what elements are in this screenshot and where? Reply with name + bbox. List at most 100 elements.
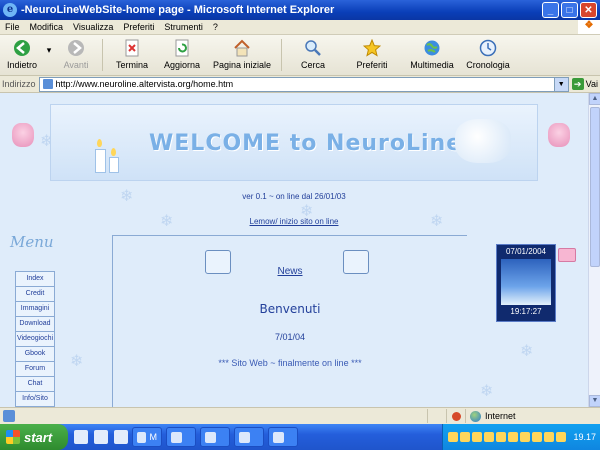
- history-button[interactable]: Cronologia: [460, 35, 516, 70]
- favorites-button[interactable]: Preferiti: [340, 35, 404, 70]
- welcome-banner: WELCOME to NeuroLine: [50, 104, 538, 181]
- menu-link-games[interactable]: Videogiochi: [15, 331, 55, 346]
- status-bar: Internet: [0, 407, 600, 424]
- search-label: Cerca: [300, 60, 325, 70]
- page-status-icon: [3, 410, 15, 422]
- news-date: 7/01/04: [274, 332, 306, 342]
- tray-icon[interactable]: [484, 432, 495, 442]
- tray-icon[interactable]: [496, 432, 507, 442]
- taskbar-window[interactable]: [166, 427, 196, 447]
- welcome-text: Benvenuti: [259, 302, 321, 316]
- star-icon: [362, 38, 382, 58]
- address-bar: Indirizzo http://www.neuroline.altervist…: [0, 76, 600, 93]
- page-icon: [42, 79, 53, 89]
- window-icon: [273, 431, 284, 443]
- candle-icon: [95, 149, 106, 173]
- snowflake-icon: ❄: [70, 351, 84, 370]
- back-label: Indietro: [6, 60, 38, 70]
- pink-folder-icon[interactable]: [558, 248, 576, 262]
- menu-favorites[interactable]: Preferiti: [118, 22, 159, 32]
- tray-icon[interactable]: [520, 432, 531, 442]
- media-button[interactable]: Multimedia: [404, 35, 460, 70]
- menu-link-gbook[interactable]: Gbook: [15, 346, 55, 361]
- tray-icon[interactable]: [556, 432, 567, 442]
- taskbar-window[interactable]: M: [132, 427, 162, 447]
- banner-title: WELCOME to NeuroLine: [149, 131, 463, 156]
- go-arrow-icon[interactable]: ➔: [571, 78, 584, 90]
- news-title: News: [277, 266, 303, 277]
- quicklaunch-icon[interactable]: [114, 430, 128, 444]
- window-icon: [205, 431, 216, 443]
- windows-logo-icon: ❖: [578, 20, 600, 34]
- status-panel: [427, 409, 446, 423]
- taskbar-window-label: M: [149, 432, 158, 442]
- minimize-button[interactable]: _: [542, 2, 559, 18]
- tray-icon[interactable]: [544, 432, 555, 442]
- back-button[interactable]: Indietro: [0, 35, 44, 70]
- site-version: ver 0.1 ~ on line dal 26/01/03: [242, 192, 346, 201]
- quicklaunch-icon[interactable]: [74, 430, 88, 444]
- menu-help[interactable]: ?: [208, 22, 223, 32]
- menu-link-index[interactable]: Index: [15, 271, 55, 286]
- top-links[interactable]: Lemow/ inizio sito on line: [0, 217, 588, 226]
- internet-globe-icon: [470, 410, 481, 422]
- tray-icon[interactable]: [448, 432, 459, 442]
- snowflake-icon: ❄: [480, 381, 494, 400]
- menu-link-info[interactable]: Info/Sito: [15, 391, 55, 407]
- tray-icon[interactable]: [460, 432, 471, 442]
- pink-cow-icon: [548, 123, 570, 147]
- home-icon: [232, 38, 252, 58]
- standard-toolbar: Indietro ▾ Avanti Termina Aggiorna Pagin…: [0, 35, 600, 76]
- angel-icon: [455, 119, 511, 163]
- taskbar-window[interactable]: [268, 427, 298, 447]
- scroll-up-icon[interactable]: ▲: [589, 93, 600, 105]
- news-marquee: *** Sito Web ~ finalmente on line ***: [218, 358, 362, 368]
- menu-link-forum[interactable]: Forum: [15, 361, 55, 376]
- quicklaunch-icon[interactable]: [94, 430, 108, 444]
- menu-view[interactable]: Visualizza: [68, 22, 118, 32]
- scrollbar-thumb[interactable]: [590, 107, 600, 267]
- back-dropdown-icon[interactable]: ▾: [44, 35, 54, 56]
- search-button[interactable]: Cerca: [286, 35, 340, 70]
- snowflake-icon: ❄: [520, 341, 534, 360]
- home-button[interactable]: Pagina iniziale: [207, 35, 277, 70]
- tray-icon[interactable]: [472, 432, 483, 442]
- widget-date: 07/01/2004: [505, 247, 547, 256]
- menu-link-images[interactable]: Immagini: [15, 301, 55, 316]
- media-label: Multimedia: [410, 60, 454, 70]
- refresh-button[interactable]: Aggiorna: [157, 35, 207, 70]
- close-button[interactable]: ✕: [580, 2, 597, 18]
- menu-file[interactable]: File: [0, 22, 25, 32]
- tray-clock[interactable]: 19.17: [573, 432, 596, 442]
- address-input[interactable]: http://www.neuroline.altervista.org/home…: [38, 76, 569, 92]
- address-dropdown-icon[interactable]: ▼: [553, 77, 568, 91]
- tray-icon[interactable]: [508, 432, 519, 442]
- toolbar-separator: [281, 39, 282, 71]
- menu-edit[interactable]: Modifica: [25, 22, 69, 32]
- security-zone: Internet: [465, 409, 600, 423]
- news-box: News Benvenuti 7/01/04 *** Sito Web ~ fi…: [112, 235, 467, 407]
- stop-button[interactable]: Termina: [107, 35, 157, 70]
- widget-time: 19:17:27: [510, 307, 542, 316]
- menu-link-chat[interactable]: Chat: [15, 376, 55, 391]
- maximize-button[interactable]: □: [561, 2, 578, 18]
- zone-label: Internet: [485, 411, 516, 421]
- menu-bar: File Modifica Visualizza Preferiti Strum…: [0, 20, 600, 35]
- go-button[interactable]: Vai: [586, 79, 598, 89]
- vertical-scrollbar[interactable]: ▲ ▼: [588, 93, 600, 407]
- menu-link-credit[interactable]: Credit: [15, 286, 55, 301]
- title-bar: e -NeuroLineWebSite-home page - Microsof…: [0, 0, 600, 20]
- scroll-down-icon[interactable]: ▼: [589, 395, 600, 407]
- forward-button[interactable]: Avanti: [54, 35, 98, 70]
- flame-icon: [97, 139, 102, 147]
- taskbar-window[interactable]: [234, 427, 264, 447]
- taskbar-window[interactable]: [200, 427, 230, 447]
- start-button[interactable]: start: [0, 424, 68, 450]
- stop-icon: [122, 38, 142, 58]
- tray-icon[interactable]: [532, 432, 543, 442]
- menu-tools[interactable]: Strumenti: [159, 22, 208, 32]
- menu-link-download[interactable]: Download: [15, 316, 55, 331]
- page-viewport: ❄ ❄ ❄ ❄ ❄ ❄ ❄ ❄ WELCOME to NeuroLine ver…: [0, 93, 588, 407]
- address-url[interactable]: http://www.neuroline.altervista.org/home…: [56, 79, 234, 89]
- window-title: -NeuroLineWebSite-home page - Microsoft …: [21, 4, 335, 16]
